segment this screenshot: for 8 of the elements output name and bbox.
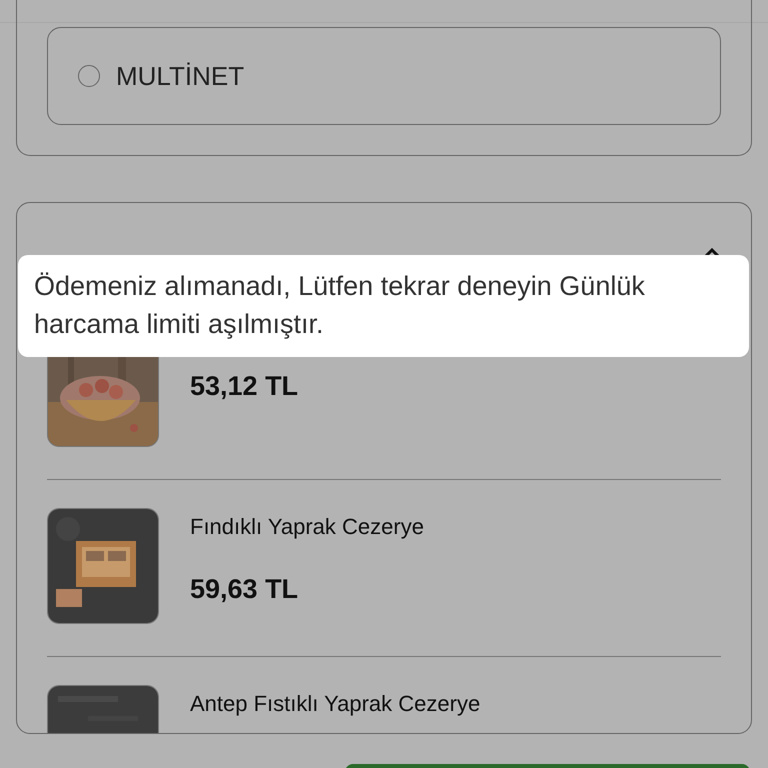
option-label: MULTİNET — [116, 60, 244, 92]
payment-option[interactable]: MULTİNET — [47, 27, 721, 125]
toast-message: Ödemeniz alımanadı, Lütfen tekrar deneyin Günlük harcama limiti aşılmıştır. — [34, 271, 645, 339]
product-price: 59,63 TL — [190, 574, 300, 605]
product-name: Fındıklı Yaprak Cezerye — [190, 514, 424, 540]
product-price: 53,12 TL — [190, 371, 298, 402]
product-name: Antep Fıstıklı Yaprak Cezerye — [190, 691, 480, 717]
radio-button[interactable] — [78, 65, 100, 87]
